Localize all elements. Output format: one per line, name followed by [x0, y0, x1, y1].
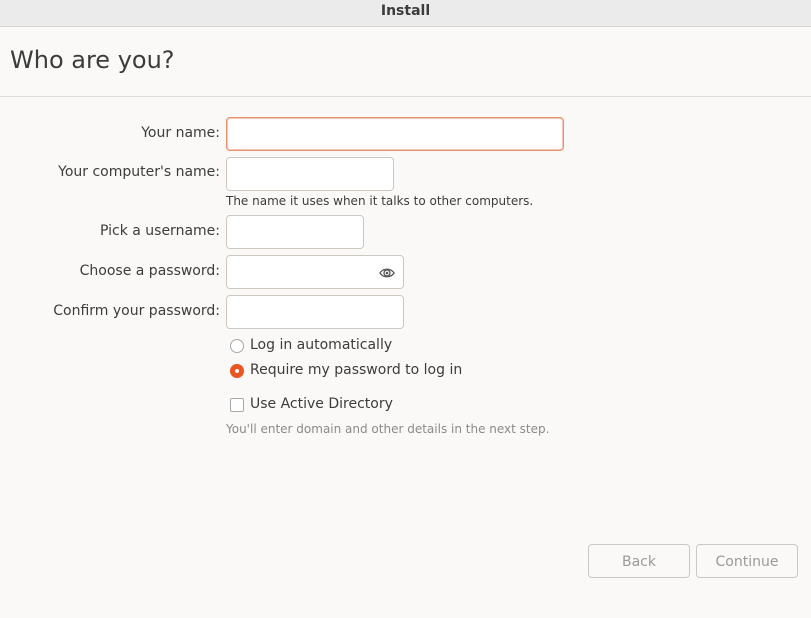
login-require-radio[interactable]: [230, 364, 244, 378]
login-auto-label[interactable]: Log in automatically: [250, 337, 392, 353]
name-label: Your name:: [141, 125, 220, 141]
password-label: Choose a password:: [79, 263, 220, 279]
login-auto-radio[interactable]: [230, 339, 244, 353]
login-require-label[interactable]: Require my password to log in: [250, 362, 462, 378]
window-title-bar: Install: [0, 0, 811, 27]
eye-icon[interactable]: [379, 265, 395, 279]
name-field[interactable]: [226, 117, 564, 151]
username-label: Pick a username:: [99, 223, 220, 239]
computer-name-field[interactable]: [226, 157, 394, 191]
computer-name-hint: The name it uses when it talks to other …: [226, 194, 534, 208]
confirm-password-label: Confirm your password:: [53, 303, 220, 319]
active-directory-hint: You'll enter domain and other details in…: [226, 422, 550, 436]
window-title: Install: [380, 3, 431, 19]
header-divider: [0, 96, 811, 97]
username-field[interactable]: [226, 215, 364, 249]
password-field[interactable]: [226, 255, 404, 289]
continue-button[interactable]: Continue: [696, 544, 798, 578]
active-directory-label[interactable]: Use Active Directory: [250, 396, 393, 412]
computer-name-label: Your computer's name:: [58, 164, 220, 180]
back-button[interactable]: Back: [588, 544, 690, 578]
page-title: Who are you?: [10, 46, 175, 74]
active-directory-checkbox[interactable]: [230, 398, 244, 412]
confirm-password-field[interactable]: [226, 295, 404, 329]
